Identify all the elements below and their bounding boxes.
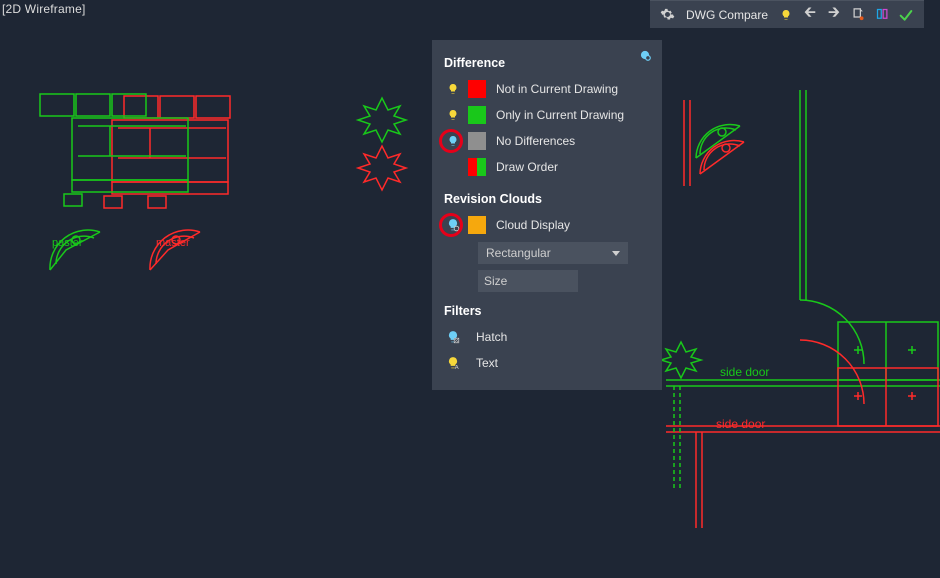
difference-label: No Differences [496, 134, 575, 148]
difference-row-draw-order: Draw Order [444, 154, 650, 180]
dwg-compare-toolbar: DWG Compare 🡰 🡲 [650, 0, 924, 28]
toolbar-title: DWG Compare [686, 8, 768, 22]
difference-row-only-in-current: Only in Current Drawing [444, 102, 650, 128]
compare-settings-panel: Difference Not in Current Drawing Only i… [432, 40, 662, 390]
export-snapshot-icon[interactable] [870, 4, 894, 26]
filter-label: Hatch [476, 330, 507, 344]
text-filter-toggle-icon[interactable]: A [444, 356, 462, 370]
cloud-shape-value: Rectangular [486, 246, 551, 260]
bulb-toggle-icon[interactable] [444, 82, 462, 96]
color-swatch-gray[interactable] [468, 132, 486, 150]
difference-row-no-differences: No Differences [444, 128, 650, 154]
difference-label: Not in Current Drawing [496, 82, 618, 96]
color-swatch-draworder[interactable] [468, 158, 486, 176]
bulb-toggle-icon[interactable] [444, 108, 462, 122]
next-difference-button[interactable]: 🡲 [822, 4, 846, 26]
difference-row-not-in-current: Not in Current Drawing [444, 76, 650, 102]
label-master-red: master [156, 237, 190, 249]
filter-row-text: A Text [444, 350, 650, 376]
difference-label: Only in Current Drawing [496, 108, 624, 122]
cloud-shape-dropdown[interactable]: Rectangular [478, 242, 628, 264]
settings-gear-icon[interactable] [656, 4, 680, 26]
cloud-toggle-icon[interactable] [444, 218, 462, 232]
chevron-down-icon [612, 251, 620, 256]
color-swatch-orange[interactable] [468, 216, 486, 234]
prev-difference-button[interactable]: 🡰 [798, 4, 822, 26]
finish-compare-button[interactable] [894, 4, 918, 26]
hatch-filter-toggle-icon[interactable] [444, 330, 462, 344]
color-swatch-red[interactable] [468, 80, 486, 98]
revision-clouds-section-title: Revision Clouds [444, 192, 650, 206]
label-side-door-green: side door [720, 365, 769, 379]
cloud-size-input[interactable]: Size [478, 270, 578, 292]
color-swatch-green[interactable] [468, 106, 486, 124]
label-master-green: paster [52, 237, 83, 249]
size-label: Size [484, 274, 507, 288]
filter-row-hatch: Hatch [444, 324, 650, 350]
svg-text:A: A [455, 365, 459, 370]
panel-indicator-icon [638, 48, 652, 62]
bulb-toggle-icon[interactable] [444, 134, 462, 148]
filter-label: Text [476, 356, 498, 370]
label-side-door-red: side door [716, 417, 765, 431]
difference-label: Draw Order [496, 160, 558, 174]
toggle-compare-icon[interactable] [774, 4, 798, 26]
cloud-display-label: Cloud Display [496, 218, 570, 232]
import-objects-icon[interactable] [846, 4, 870, 26]
viewport-mode-label[interactable]: [2D Wireframe] [2, 2, 85, 16]
cloud-display-row: Cloud Display [444, 212, 650, 238]
difference-section-title: Difference [444, 56, 650, 70]
filters-section-title: Filters [444, 304, 650, 318]
